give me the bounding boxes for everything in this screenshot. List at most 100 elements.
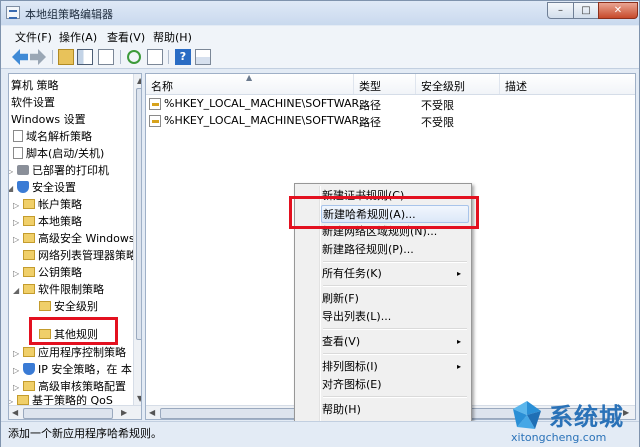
scroll-right-icon[interactable]: ▶ [121,408,127,417]
table-row[interactable]: %HKEY_LOCAL_MACHINE\SOFTWAR... 路径 不受限 [146,96,635,113]
show-tree-icon[interactable] [77,49,93,65]
app-icon [6,6,20,19]
maximize-button[interactable]: □ [573,2,599,19]
expand-arrow-icon[interactable]: ▷ [13,218,21,227]
scroll-up-icon[interactable]: ▲ [137,76,141,85]
submenu-arrow-icon: ▸ [457,337,462,346]
tree-item-label: 网络列表管理器策略 [38,249,137,262]
menu-export-list[interactable]: 导出列表(L)... [321,308,469,326]
expand-arrow-icon[interactable]: ▷ [13,269,21,278]
expand-arrow-icon[interactable]: ▷ [9,167,15,176]
tree-item[interactable]: ▷ IP 安全策略，在 本 [13,361,132,377]
menu-item-label: 对齐图标(E) [322,378,382,391]
column-divider[interactable] [499,74,500,94]
refresh-icon[interactable] [127,50,141,64]
menu-all-tasks[interactable]: 所有任务(K) ▸ [321,265,469,283]
close-button[interactable]: ✕ [598,2,638,19]
tree-item[interactable]: ▷ 帐户策略 [13,196,82,212]
menu-bar: 文件(F) 操作(A) 查看(V) 帮助(H) [1,26,639,45]
column-type[interactable]: 类型 [359,78,381,94]
menu-refresh[interactable]: 刷新(F) [321,290,469,308]
menu-new-path-rule[interactable]: 新建路径规则(P)... [321,241,469,259]
tree-item[interactable]: ▷ 公钥策略 [13,264,82,280]
folder-icon [17,395,29,405]
menu-help[interactable]: 帮助(H) [321,401,469,419]
scroll-left-icon[interactable]: ◀ [149,408,155,417]
menu-file[interactable]: 文件(F) [15,29,52,45]
menu-view[interactable]: 查看(V) ▸ [321,333,469,351]
tree-item[interactable]: 域名解析策略 [13,128,92,144]
tree-item[interactable]: 安全级别 [39,298,98,314]
minimize-button[interactable]: – [547,2,574,19]
title-bar[interactable]: 本地组策略编辑器 – □ ✕ [1,1,639,25]
tree-vertical-scrollbar[interactable]: ▲ ▼ [133,74,141,405]
scroll-down-icon[interactable]: ▼ [137,394,141,403]
tree-item[interactable]: ◢ 安全设置 [9,179,76,195]
tree-horizontal-scrollbar[interactable]: ◀ ▶ [9,405,141,419]
scroll-left-icon[interactable]: ◀ [12,408,18,417]
script-icon [13,130,23,142]
collapse-arrow-icon[interactable]: ◢ [13,286,21,295]
tree-item[interactable]: ▷ 高级安全 Windows [13,230,135,246]
menu-item-label: 导出列表(L)... [322,310,392,323]
tree-item-label: 公钥策略 [38,266,82,279]
expand-arrow-icon[interactable]: ▷ [13,383,21,392]
tree-item-label: 算机 策略 [11,79,59,92]
up-folder-icon[interactable] [58,49,74,65]
scroll-thumb[interactable] [136,88,141,340]
properties-doc-icon[interactable] [98,49,114,65]
tree-item-label: 已部署的打印机 [32,164,109,177]
column-divider[interactable] [353,74,354,94]
tree-item-label: 域名解析策略 [26,130,92,143]
status-text: 添加一个新应用程序哈希规则。 [8,427,162,440]
column-divider[interactable] [415,74,416,94]
folder-icon [39,301,51,311]
column-description[interactable]: 描述 [505,78,527,94]
folder-icon [23,381,35,391]
menu-view[interactable]: 查看(V) [107,29,145,45]
console-props-icon[interactable] [195,49,211,65]
tree-item[interactable]: 网络列表管理器策略 [23,247,137,263]
window-title: 本地组策略编辑器 [25,8,113,21]
column-name[interactable]: 名称 [151,78,173,94]
cell-level: 不受限 [421,116,454,129]
tree-pane[interactable]: 算机 策略 软件设置 Windows 设置 域名解析策略 脚本(启动/关机) ▷… [8,73,142,420]
table-row[interactable]: %HKEY_LOCAL_MACHINE\SOFTWAR... 路径 不受限 [146,113,635,130]
tree-item-label: 高级安全 Windows [38,232,135,245]
tree-item-label: 帐户策略 [38,198,82,211]
tree-item[interactable]: ▷ 本地策略 [13,213,82,229]
scroll-thumb[interactable] [23,408,113,419]
expand-arrow-icon[interactable]: ▷ [13,201,21,210]
menu-arrange-icons[interactable]: 排列图标(I) ▸ [321,358,469,376]
tree-item[interactable]: 脚本(启动/关机) [13,145,104,161]
tree-item[interactable]: ▷ 应用程序控制策略 [13,344,126,360]
help-icon[interactable]: ? [175,49,191,65]
menu-item-label: 查看(V) [322,335,361,348]
forward-arrow-icon[interactable] [30,49,46,65]
tree-item[interactable]: 软件设置 [11,94,55,110]
watermark: 系统城 xitongcheng.com [511,397,636,445]
highlight-box-menu [289,196,479,229]
export-list-icon[interactable] [147,49,163,65]
menu-separator [323,396,467,398]
tree-item[interactable]: ▷ 已部署的打印机 [9,162,109,178]
menu-line-up-icons[interactable]: 对齐图标(E) [321,376,469,394]
folder-icon [23,233,35,243]
menu-help[interactable]: 帮助(H) [153,29,192,45]
tree-item[interactable]: Windows 设置 [11,111,86,127]
column-security-level[interactable]: 安全级别 [421,78,465,94]
expand-arrow-icon[interactable]: ▷ [13,235,21,244]
collapse-arrow-icon[interactable]: ◢ [9,184,15,193]
menu-action[interactable]: 操作(A) [59,29,97,45]
back-arrow-icon[interactable] [12,49,28,65]
watermark-subtext: xitongcheng.com [511,431,607,444]
cell-type: 路径 [359,116,381,129]
highlight-box-tree [29,317,118,345]
tree-item[interactable]: 算机 策略 [11,77,59,93]
watermark-text: 系统城 [549,403,624,431]
expand-arrow-icon[interactable]: ▷ [13,366,21,375]
printer-icon [17,165,29,175]
rule-icon [149,98,161,110]
tree-item[interactable]: ◢ 软件限制策略 [13,281,104,297]
expand-arrow-icon[interactable]: ▷ [13,349,21,358]
